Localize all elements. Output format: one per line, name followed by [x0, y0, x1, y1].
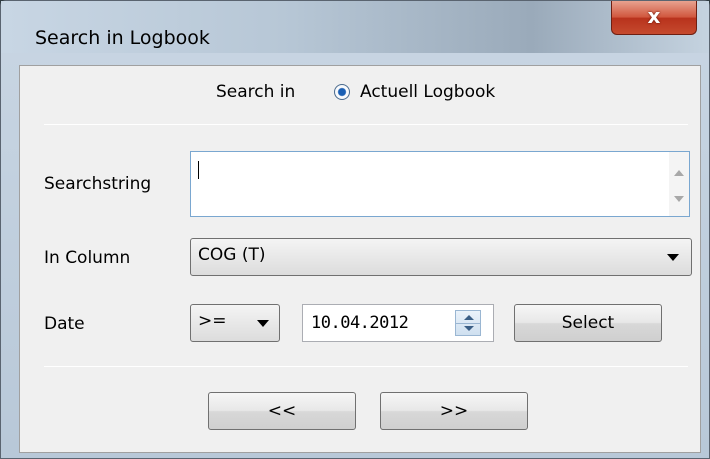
date-value: 10.04.2012 — [311, 313, 409, 333]
in-column-dropdown[interactable]: COG (T) — [190, 238, 692, 276]
searchstring-scrollbar[interactable] — [669, 152, 689, 216]
date-operator-value: >= — [198, 311, 227, 331]
searchstring-label: Searchstring — [44, 174, 152, 194]
spin-down-icon[interactable] — [464, 326, 474, 331]
spinner-divider — [456, 323, 480, 324]
spin-arrows-icon[interactable] — [455, 310, 481, 336]
date-input[interactable]: 10.04.2012 — [302, 304, 494, 342]
date-operator-dropdown[interactable]: >= — [190, 304, 280, 342]
chevron-down-icon — [257, 320, 269, 327]
select-button[interactable]: Select — [514, 304, 662, 342]
next-button[interactable]: >> — [380, 392, 528, 430]
dialog-content: Search in Actuell Logbook Searchstring I… — [19, 65, 701, 453]
window-title: Search in Logbook — [35, 27, 210, 49]
actuell-logbook-radio[interactable] — [334, 84, 350, 100]
in-column-value: COG (T) — [198, 245, 266, 265]
close-icon: x — [647, 4, 661, 28]
close-button[interactable]: x — [611, 1, 697, 35]
spin-up-icon[interactable] — [464, 315, 474, 320]
dialog-window: Search in Logbook x Search in Actuell Lo… — [0, 0, 710, 459]
scroll-up-icon[interactable] — [674, 170, 684, 176]
separator-top — [44, 124, 688, 125]
previous-button[interactable]: << — [208, 392, 356, 430]
searchstring-input[interactable] — [190, 151, 690, 217]
actuell-logbook-label[interactable]: Actuell Logbook — [360, 82, 495, 102]
chevron-down-icon — [667, 254, 679, 261]
text-caret — [198, 161, 199, 179]
separator-bottom — [44, 366, 688, 367]
title-bar[interactable]: Search in Logbook x — [1, 1, 709, 53]
date-label: Date — [44, 314, 85, 334]
in-column-label: In Column — [44, 248, 131, 268]
scroll-down-icon[interactable] — [674, 196, 684, 202]
search-in-label: Search in — [216, 82, 296, 102]
